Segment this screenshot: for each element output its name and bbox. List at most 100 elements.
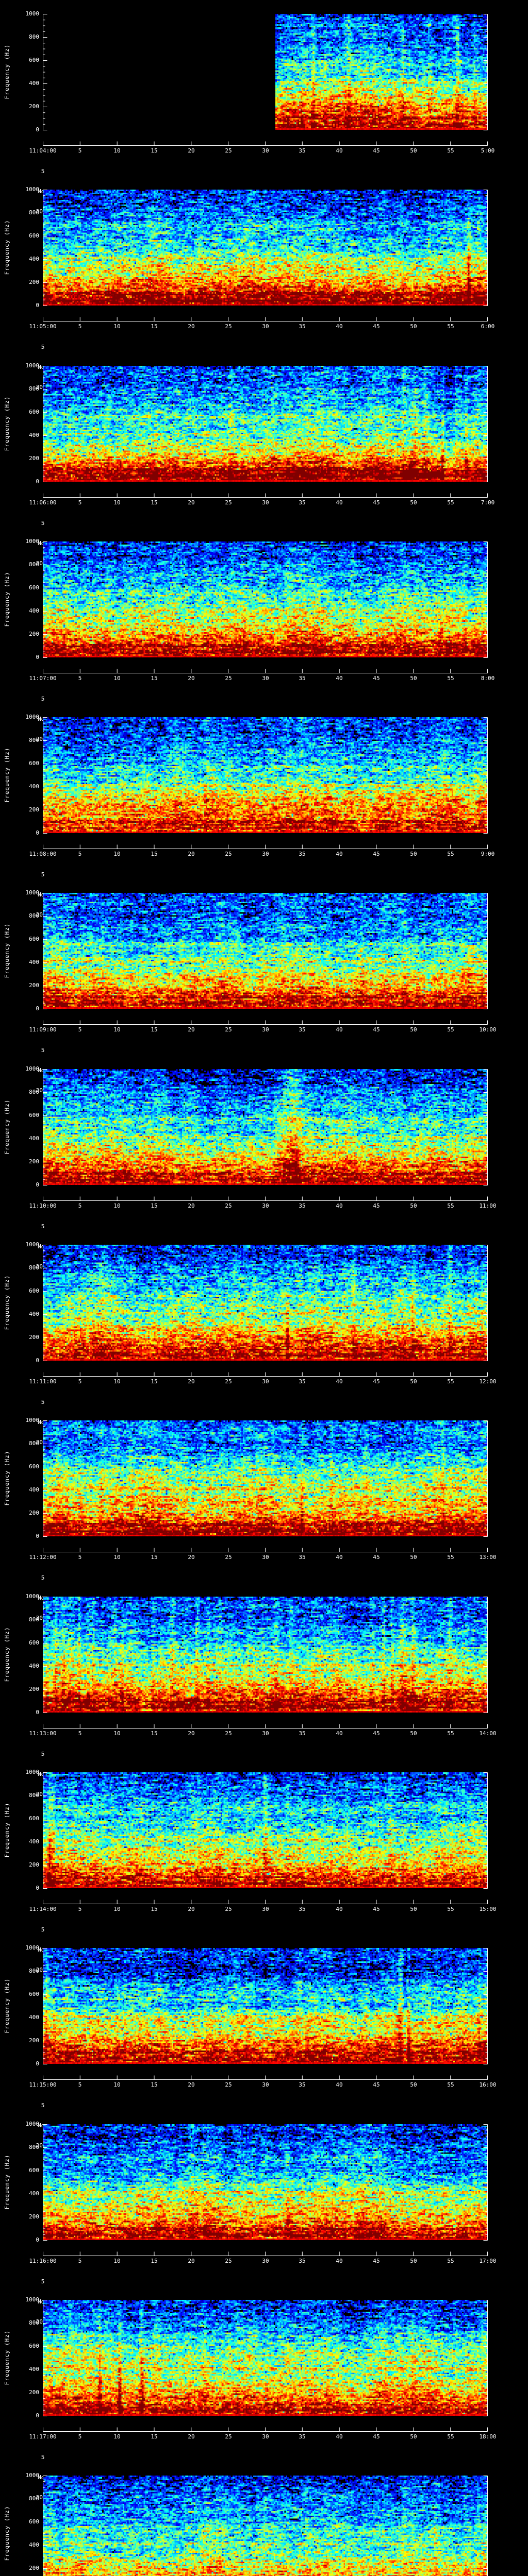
- y-tick-label: 1000: [25, 1769, 40, 1775]
- x-tick-label: 35: [299, 323, 306, 330]
- x-tick-label: 25: [225, 1202, 232, 1209]
- x-tick-label: 35: [299, 147, 306, 154]
- x-tick-label: 10: [113, 323, 121, 330]
- date-day: 5: [41, 1926, 45, 1933]
- y-tick-label: 200: [29, 103, 39, 110]
- x-tick-label: 15: [151, 1202, 158, 1209]
- y-tick-label: 600: [29, 760, 39, 767]
- x-tick-label: 25: [225, 675, 232, 682]
- x-tick-label: 45: [373, 323, 380, 330]
- x-tick-label: 40: [336, 1026, 343, 1033]
- y-tick-label: 400: [29, 1838, 39, 1845]
- x-tick-label: 5: [78, 1202, 82, 1209]
- spectrogram-panel: Frequency (Hz) 1000 800 600 400 200 0 5 10 15 20…: [0, 0, 528, 215]
- y-tick-label: 600: [29, 584, 39, 591]
- x-tick-label: 35: [299, 1026, 306, 1033]
- x-tick-label: 10: [113, 2081, 121, 2088]
- y-axis-title: Frequency (Hz): [4, 1802, 10, 1858]
- y-axis-title: Frequency (Hz): [4, 1626, 10, 1682]
- x-tick-label: 25: [225, 1378, 232, 1385]
- plot-axes: [0, 2462, 528, 2576]
- y-tick-label: 400: [29, 1135, 39, 1142]
- y-tick-label: 200: [29, 1334, 39, 1341]
- x-tick-label: 5: [78, 1730, 82, 1737]
- x-tick-label: 25: [225, 2433, 232, 2440]
- x-tick-label: 55: [447, 2433, 454, 2440]
- date-day: 5: [41, 344, 45, 350]
- y-tick-label: 800: [29, 1089, 39, 1095]
- x-tick-label: 5: [78, 851, 82, 857]
- y-tick-label: 800: [29, 2495, 39, 2502]
- spectrogram-panel: Frequency (Hz) 1000 800 600 400 200 0 5 10 15 20…: [0, 2286, 528, 2501]
- x-tick-label: 40: [336, 1730, 343, 1737]
- date-day: 5: [41, 1047, 45, 1054]
- y-tick-label: 1000: [25, 362, 40, 369]
- x-axis-end-time-label: 13:00: [479, 1554, 497, 1561]
- spectrogram-panel: Frequency (Hz) 1000 800 600 400 200 0 5 10 15 20…: [0, 1583, 528, 1798]
- x-tick-label: 10: [113, 675, 121, 682]
- x-tick-label: 35: [299, 499, 306, 506]
- x-tick-label: 55: [447, 851, 454, 857]
- y-tick-label: 600: [29, 936, 39, 942]
- x-tick-label: 20: [188, 2081, 195, 2088]
- y-tick-label: 400: [29, 959, 39, 965]
- x-axis-start-time-label: 11:11:00: [29, 1378, 57, 1385]
- spectrogram-stack: Frequency (Hz) 1000 800 600 400 200 0 5 10 15 20…: [0, 0, 528, 2576]
- y-tick-label: 400: [29, 1311, 39, 1317]
- x-tick-label: 50: [410, 499, 417, 506]
- y-tick-label: 200: [29, 1158, 39, 1165]
- x-tick-label: 25: [225, 851, 232, 857]
- y-tick-label: 1000: [25, 1417, 40, 1423]
- x-tick-label: 15: [151, 2258, 158, 2264]
- spectrogram-panel: Frequency (Hz) 1000 800 600 400 200 0 5 10 15 20…: [0, 1406, 528, 1622]
- x-tick-label: 10: [113, 1026, 121, 1033]
- x-tick-label: 40: [336, 499, 343, 506]
- y-tick-label: 600: [29, 1639, 39, 1646]
- y-tick-label: 200: [29, 631, 39, 637]
- x-axis-start-time-label: 11:16:00: [29, 2258, 57, 2264]
- x-tick-label: 40: [336, 323, 343, 330]
- x-tick-label: 40: [336, 1378, 343, 1385]
- x-tick-label: 55: [447, 323, 454, 330]
- x-tick-label: 55: [447, 147, 454, 154]
- x-tick-label: 5: [78, 1554, 82, 1561]
- x-axis-start-time-label: 11:17:00: [29, 2433, 57, 2440]
- y-tick-label: 800: [29, 1264, 39, 1271]
- date-day: 5: [41, 520, 45, 527]
- date-day: 5: [41, 1223, 45, 1230]
- x-tick-label: 50: [410, 147, 417, 154]
- y-tick-label: 600: [29, 57, 39, 63]
- x-axis-end-time-label: 10:00: [479, 1026, 497, 1033]
- spectrogram-panel: Frequency (Hz) 1000 800 600 400 200 0 5 10 15 20…: [0, 1934, 528, 2149]
- x-tick-label: 20: [188, 499, 195, 506]
- x-tick-label: 55: [447, 1906, 454, 1912]
- x-tick-label: 55: [447, 675, 454, 682]
- y-tick-label: 1000: [25, 1065, 40, 1072]
- y-tick-label: 200: [29, 2037, 39, 2044]
- x-tick-label: 5: [78, 2258, 82, 2264]
- spectrogram-panel: Frequency (Hz) 1000 800 600 400 200 0 5 10 15 20…: [0, 1758, 528, 1974]
- x-tick-label: 30: [262, 851, 269, 857]
- x-tick-label: 35: [299, 1378, 306, 1385]
- x-tick-label: 15: [151, 2081, 158, 2088]
- x-tick-label: 20: [188, 1554, 195, 1561]
- y-tick-label: 600: [29, 2518, 39, 2525]
- x-tick-label: 45: [373, 675, 380, 682]
- x-tick-label: 35: [299, 1730, 306, 1737]
- x-axis-end-time-label: 17:00: [479, 2258, 497, 2264]
- x-tick-label: 30: [262, 1906, 269, 1912]
- x-tick-label: 50: [410, 2258, 417, 2264]
- y-tick-label: 1000: [25, 1241, 40, 1248]
- y-axis-title: Frequency (Hz): [4, 1099, 10, 1155]
- x-tick-label: 10: [113, 1906, 121, 1912]
- y-tick-label: 600: [29, 1287, 39, 1294]
- y-tick-label: 800: [29, 1616, 39, 1623]
- x-tick-label: 50: [410, 1730, 417, 1737]
- x-tick-label: 50: [410, 2433, 417, 2440]
- x-axis-start-time-label: 11:05:00: [29, 323, 57, 330]
- y-tick-label: 800: [29, 1792, 39, 1799]
- x-tick-label: 30: [262, 1026, 269, 1033]
- x-tick-label: 10: [113, 1730, 121, 1737]
- y-axis-title: Frequency (Hz): [4, 396, 10, 451]
- x-tick-label: 5: [78, 2081, 82, 2088]
